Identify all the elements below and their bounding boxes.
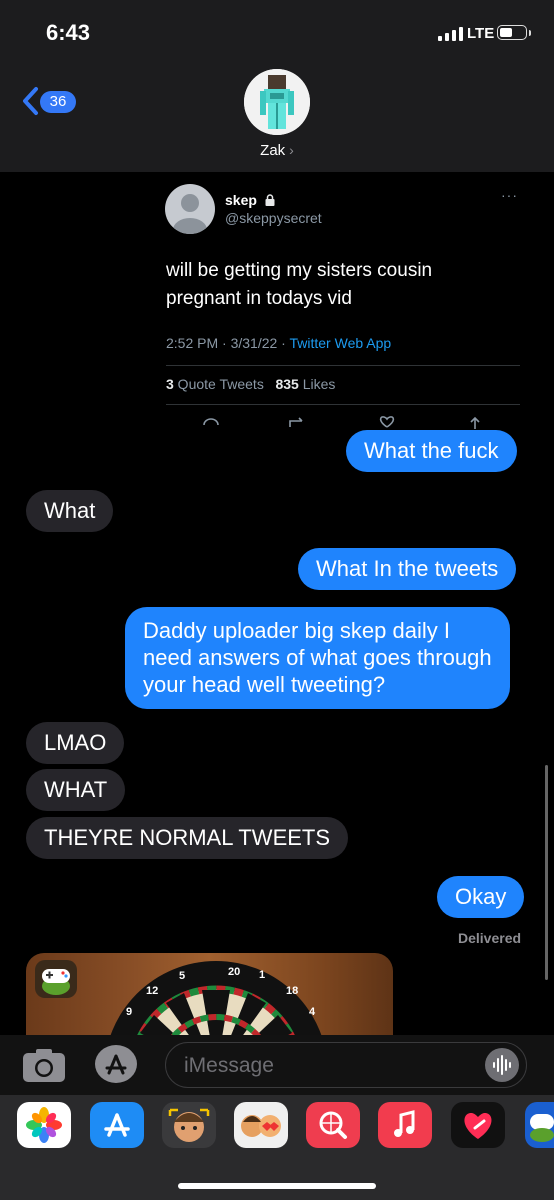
photos-icon[interactable] — [17, 1102, 71, 1148]
contact-name: Zak — [260, 142, 286, 159]
web-search-icon[interactable] — [306, 1102, 360, 1148]
message-bubble-outgoing[interactable]: Okay — [437, 876, 525, 918]
more-options-icon: ··· — [501, 187, 518, 203]
status-time: 6:43 — [46, 20, 91, 45]
audio-message-button[interactable] — [485, 1048, 519, 1082]
tweet-source: Twitter Web App — [289, 335, 392, 351]
reply-icon — [203, 418, 219, 426]
tweet-text: will be getting my sisters cousin pregna… — [166, 260, 433, 309]
message-bubble-outgoing[interactable]: What the fuck — [346, 430, 517, 472]
board-number: 12 — [146, 985, 158, 997]
message-bubble-incoming[interactable]: What — [26, 490, 114, 532]
board-number: 5 — [179, 970, 185, 982]
board-number: 4 — [309, 1006, 316, 1018]
tweet-handle: @skeppysecret — [225, 210, 322, 226]
like-icon — [379, 416, 395, 428]
waveform-icon — [493, 1055, 511, 1075]
board-number: 20 — [228, 966, 240, 978]
chevron-right-icon: › — [289, 142, 294, 158]
home-indicator[interactable] — [178, 1183, 376, 1189]
app-store-icon[interactable] — [94, 1044, 140, 1084]
music-icon[interactable] — [378, 1102, 432, 1148]
message-input-placeholder: iMessage — [184, 1054, 274, 1077]
message-bubble-outgoing[interactable]: What In the tweets — [298, 548, 517, 590]
board-number: 1 — [259, 969, 265, 981]
gamepigeon-icon — [35, 960, 77, 998]
message-bubble-incoming[interactable]: WHAT — [26, 769, 126, 811]
battery-icon — [497, 25, 527, 40]
lock-icon — [265, 194, 275, 206]
message-bubble-incoming[interactable]: THEYRE NORMAL TWEETS — [26, 817, 349, 859]
default-avatar-icon — [165, 184, 215, 234]
contact-name-row[interactable]: Zak › — [0, 142, 554, 159]
share-icon — [470, 416, 480, 429]
scrollbar[interactable] — [545, 765, 548, 980]
app-store-icon[interactable] — [90, 1102, 144, 1148]
tweet-timestamp: 2:52 PM · 3/31/22 · Twitter Web App — [166, 335, 392, 351]
unread-count-badge[interactable]: 36 — [40, 91, 76, 113]
tweet-stats: 3 Quote Tweets 835 Likes — [166, 376, 336, 392]
message-bubble-outgoing[interactable]: Daddy uploader big skep daily I need ans… — [125, 607, 510, 709]
message-bubble-incoming[interactable]: LMAO — [26, 722, 125, 764]
camera-icon[interactable] — [22, 1047, 66, 1083]
memoji-icon[interactable] — [162, 1102, 216, 1148]
network-type: LTE — [467, 25, 495, 42]
contact-avatar[interactable] — [244, 69, 310, 135]
gamepigeon-icon[interactable] — [525, 1102, 554, 1148]
board-number: 9 — [126, 1006, 132, 1018]
back-chevron-icon[interactable] — [20, 86, 42, 116]
tweet-author-name: skep — [225, 192, 276, 208]
divider — [166, 365, 520, 366]
retweet-icon — [289, 417, 303, 427]
tweet-screenshot[interactable]: skep @skeppysecret ··· will be getting m… — [145, 173, 525, 429]
cellular-signal-icon — [438, 27, 463, 41]
heart-icon[interactable] — [451, 1102, 505, 1148]
minecraft-skin-avatar-icon — [244, 69, 310, 135]
divider — [166, 404, 520, 405]
board-number: 18 — [286, 985, 298, 997]
delivered-status: Delivered — [458, 930, 522, 946]
memoji-stickers-icon[interactable] — [234, 1102, 288, 1148]
message-input[interactable]: iMessage — [165, 1042, 527, 1088]
